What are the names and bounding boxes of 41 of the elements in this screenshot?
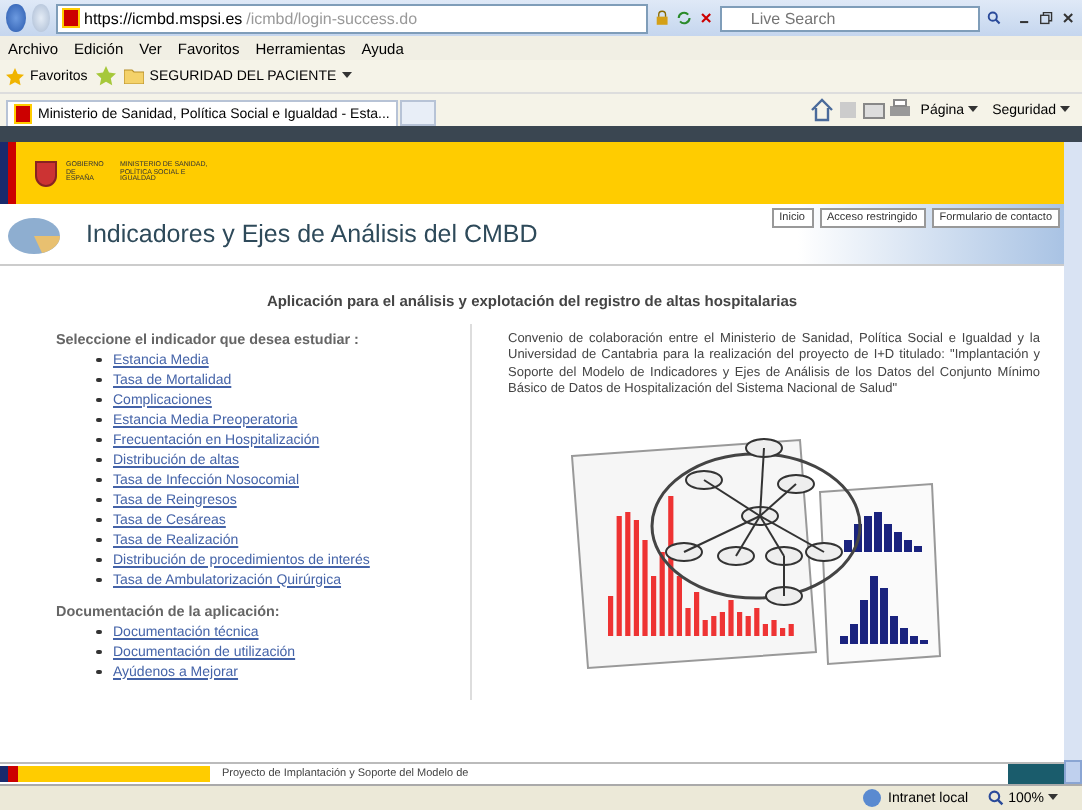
- bullet-icon: [96, 397, 101, 403]
- bullet-icon: [96, 377, 101, 383]
- bullet-icon: [96, 517, 101, 523]
- caret-icon: [1060, 106, 1070, 114]
- bullet-icon: [96, 457, 101, 463]
- bullet-icon: [96, 577, 101, 583]
- bullet-icon: [96, 649, 101, 655]
- caret-icon: [1048, 794, 1058, 802]
- coat-of-arms-icon: [32, 158, 60, 188]
- site-title: Indicadores y Ejes de Análisis del CMBD: [86, 220, 538, 248]
- printer-icon[interactable]: [888, 98, 913, 122]
- bullet-icon: [96, 669, 101, 675]
- bullet-icon: [96, 477, 101, 483]
- bullet-icon: [96, 357, 101, 363]
- back-button[interactable]: [6, 4, 25, 32]
- flag-stripe-icon: [0, 142, 22, 204]
- mail-icon[interactable]: [862, 98, 887, 122]
- bullet-icon: [96, 437, 101, 443]
- caret-icon: [342, 72, 353, 80]
- star-icon: [6, 67, 24, 85]
- caret-icon: [968, 106, 979, 114]
- search-field[interactable]: Live Search: [720, 5, 981, 31]
- site-icon: [62, 8, 80, 28]
- bullet-icon: [96, 417, 101, 423]
- scrollbar[interactable]: [1064, 142, 1082, 784]
- bullet-icon: [96, 497, 101, 503]
- refresh-icon[interactable]: [676, 6, 693, 30]
- globe-icon: [862, 788, 882, 808]
- university-logo: [1008, 764, 1064, 784]
- magnifier-icon: [988, 790, 1005, 806]
- folder-icon: [123, 68, 144, 84]
- restore-icon[interactable]: [1037, 6, 1054, 30]
- site-icon: [14, 104, 32, 124]
- bullet-icon: [96, 629, 101, 635]
- lock-icon[interactable]: [654, 6, 671, 30]
- bullet-icon: [96, 537, 101, 543]
- home-icon[interactable]: [810, 98, 835, 122]
- pie-chart-icon: [6, 212, 62, 256]
- bullet-icon: [96, 557, 101, 563]
- address-field[interactable]: https://icmbd.mspsi.es /icmbd/login-success.do: [56, 3, 648, 33]
- search-icon[interactable]: [986, 6, 1004, 30]
